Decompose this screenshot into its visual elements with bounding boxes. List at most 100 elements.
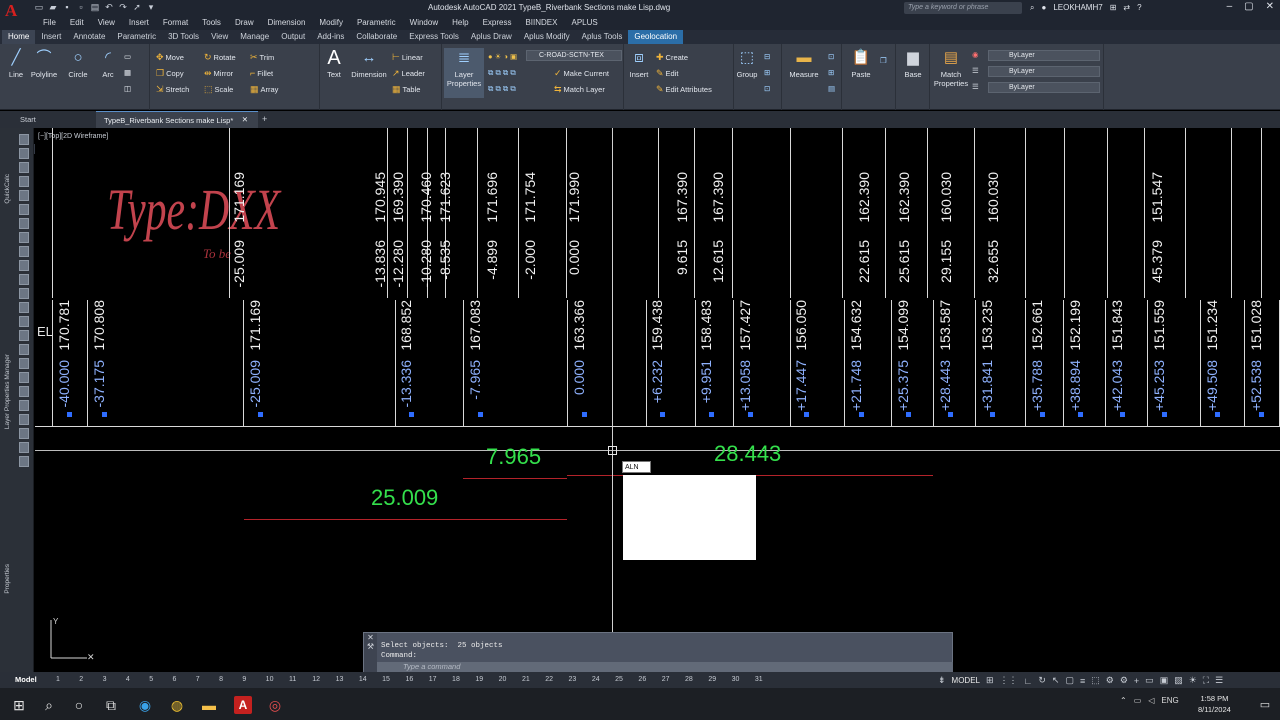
layout-tab[interactable]: 23 (569, 676, 592, 683)
move-button[interactable]: ✥ Move (156, 52, 184, 63)
new-file-icon[interactable]: ▭ (34, 2, 44, 12)
layout-tab[interactable]: 7 (196, 676, 219, 683)
layout-tab[interactable]: 19 (475, 676, 498, 683)
palette-tool-icon[interactable] (19, 428, 29, 439)
palette-tool-icon[interactable] (19, 400, 29, 411)
drawing-recovery-icon[interactable]: ⇟ (938, 675, 946, 686)
layout-tab[interactable]: 12 (312, 676, 335, 683)
menu-insert[interactable]: Insert (122, 16, 156, 30)
palette-tool-icon[interactable] (19, 162, 29, 173)
color-dropdown[interactable]: ByLayer (988, 50, 1100, 61)
grip-marker[interactable] (409, 412, 414, 417)
ungroup-icon[interactable]: ⊟ (764, 52, 770, 61)
snap-icon[interactable]: ⋮⋮ (1000, 675, 1018, 686)
layout-tab[interactable]: 17 (429, 676, 452, 683)
menu-modify[interactable]: Modify (312, 16, 350, 30)
group-select-icon[interactable]: ⊡ (764, 84, 770, 93)
tab-document[interactable]: TypeB_Riverbank Sections make Lisp* ✕ (96, 111, 258, 128)
chrome-browser-icon[interactable]: ◍ (168, 696, 186, 714)
workspace-icon[interactable]: ⚙ (1120, 675, 1128, 686)
make-current-button[interactable]: ✓ Make Current (554, 68, 609, 79)
layout-tab[interactable]: 18 (452, 676, 475, 683)
search-icon[interactable]: ⌕ (1030, 3, 1034, 13)
quick-select-icon[interactable]: ⊞ (828, 68, 834, 77)
qat-dropdown-icon[interactable]: ▾ (146, 2, 156, 12)
menu-draw[interactable]: Draw (228, 16, 261, 30)
drawing-canvas[interactable]: [−][Top][2D Wireframe] Type:DXX To be EL… (35, 128, 1280, 672)
layout-tab[interactable]: 30 (732, 676, 755, 683)
grip-marker[interactable] (709, 412, 714, 417)
palette-tool-icon[interactable] (19, 190, 29, 201)
model-tab[interactable]: Model (15, 675, 37, 684)
edit-attributes-button[interactable]: ✎ Edit Attributes (656, 84, 712, 95)
edge-browser-icon[interactable]: ◉ (136, 696, 154, 714)
create-block-button[interactable]: ✚ Create (656, 52, 688, 63)
palette-tool-icon[interactable] (19, 148, 29, 159)
scale-button[interactable]: ⬚ Scale (204, 84, 233, 95)
layer-properties-button[interactable]: ≣ Layer Properties (444, 48, 484, 98)
tab-annotate[interactable]: Annotate (67, 30, 111, 44)
object-snap-icon[interactable]: ▢ (1065, 675, 1074, 686)
grip-marker[interactable] (1120, 412, 1125, 417)
point-style-icon[interactable]: ⊡ (828, 52, 834, 61)
grid-icon[interactable]: ⊞ (986, 675, 994, 686)
menu-tools[interactable]: Tools (195, 16, 228, 30)
linear-button[interactable]: ⊢ Linear (392, 52, 423, 63)
layout-tab[interactable]: 16 (405, 676, 428, 683)
redo-icon[interactable]: ↷ (118, 2, 128, 12)
network-icon[interactable]: ▭ (1134, 696, 1142, 705)
new-tab-icon[interactable]: + (262, 114, 267, 124)
menu-window[interactable]: Window (403, 16, 445, 30)
linetype-icon[interactable]: ☰ (972, 66, 979, 75)
quickcalc-label[interactable]: QuickCalc (4, 174, 11, 204)
palette-tool-icon[interactable] (19, 302, 29, 313)
menu-express[interactable]: Express (476, 16, 519, 30)
rotate-button[interactable]: ↻ Rotate (204, 52, 236, 63)
help-icon[interactable]: ? (1137, 3, 1141, 13)
layout-tab[interactable]: 10 (266, 676, 289, 683)
notification-icon[interactable]: ▭ (1256, 696, 1274, 714)
palette-tool-icon[interactable] (19, 358, 29, 369)
arc-button[interactable]: ◜ Arc (96, 48, 120, 79)
palette-tool-icon[interactable] (19, 288, 29, 299)
tab-output[interactable]: Output (275, 30, 311, 44)
properties-label[interactable]: Properties (4, 564, 11, 594)
selection-cycling-icon[interactable]: ⬚ (1091, 675, 1100, 686)
layout-tab[interactable]: 26 (638, 676, 661, 683)
tab-add-ins[interactable]: Add-ins (311, 30, 350, 44)
linetype-list-icon[interactable]: ☰ (972, 82, 979, 91)
palette-tool-icon[interactable] (19, 246, 29, 257)
line-button[interactable]: ╱ Line (4, 48, 28, 79)
menu-biindex[interactable]: BIINDEX (518, 16, 564, 30)
lineweight-icon[interactable]: ≡ (1080, 676, 1085, 686)
calculator-icon[interactable]: ▤ (828, 84, 835, 93)
layout-tab[interactable]: 29 (708, 676, 731, 683)
minimize-icon[interactable]: – (1227, 1, 1233, 12)
layout-tab[interactable]: 11 (289, 676, 312, 683)
tab-geolocation[interactable]: Geolocation (628, 30, 684, 44)
layout-tab[interactable]: 20 (499, 676, 522, 683)
grip-marker[interactable] (804, 412, 809, 417)
tab-start[interactable]: Start (20, 115, 36, 124)
table-button[interactable]: ▦ Table (392, 84, 420, 95)
dynamic-input-field[interactable]: ALN (622, 461, 651, 473)
system-clock[interactable]: 1:58 PM 8/11/2024 (1198, 693, 1231, 715)
file-explorer-icon[interactable]: ▬ (200, 696, 218, 714)
tab-aplus-draw[interactable]: Aplus Draw (465, 30, 518, 44)
grip-marker[interactable] (67, 412, 72, 417)
tab-collaborate[interactable]: Collaborate (350, 30, 403, 44)
close-icon[interactable]: ✕ (1266, 1, 1274, 12)
tab-home[interactable]: Home (2, 30, 36, 44)
layout-tab[interactable]: 8 (219, 676, 242, 683)
palette-tool-icon[interactable] (19, 176, 29, 187)
grip-marker[interactable] (948, 412, 953, 417)
copy-clip-icon[interactable]: ❐ (880, 56, 887, 65)
color-wheel-icon[interactable]: ◉ (972, 50, 979, 59)
group-button[interactable]: ⬚ Group (734, 48, 760, 79)
menu-edit[interactable]: Edit (63, 16, 91, 30)
maximize-icon[interactable]: ▢ (1244, 1, 1253, 12)
palette-tool-icon[interactable] (19, 442, 29, 453)
layout-tab[interactable]: 2 (79, 676, 102, 683)
model-space-toggle[interactable]: MODEL (952, 676, 980, 685)
grip-marker[interactable] (859, 412, 864, 417)
